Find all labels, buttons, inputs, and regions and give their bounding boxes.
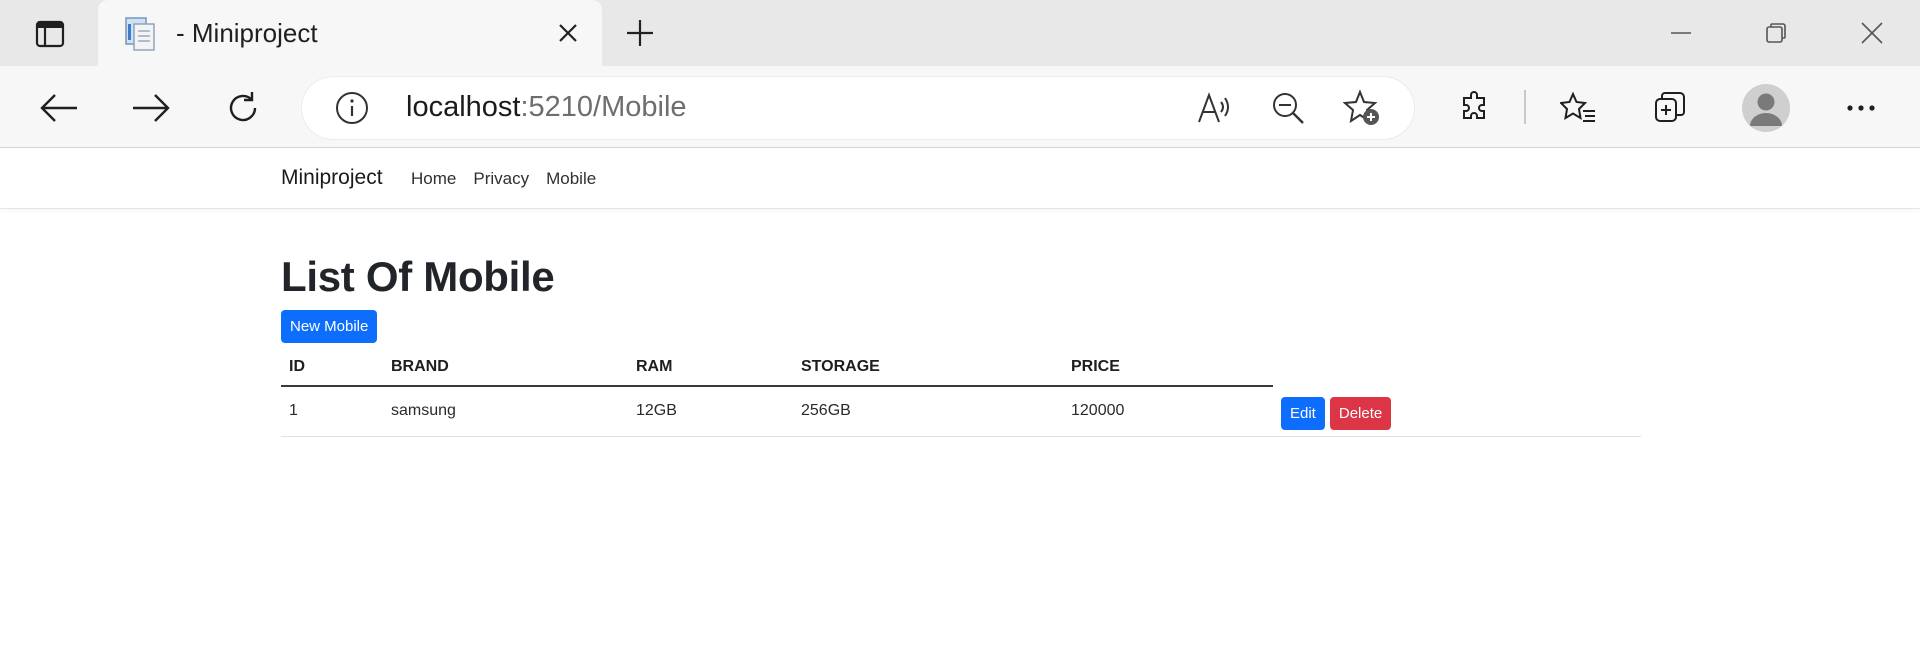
tab-actions-icon — [35, 20, 65, 48]
collections-button[interactable] — [1648, 87, 1694, 129]
cell-id: 1 — [281, 386, 383, 437]
site-info-button[interactable] — [332, 88, 372, 128]
delete-button[interactable]: Delete — [1329, 396, 1392, 430]
cell-actions: Edit Delete — [1273, 386, 1641, 437]
cell-ram: 12GB — [628, 386, 793, 437]
nav-links: Home Privacy Mobile — [411, 169, 596, 189]
web-page: Miniproject Home Privacy Mobile List Of … — [0, 149, 1920, 645]
nav-link-mobile[interactable]: Mobile — [546, 169, 596, 189]
extensions-icon — [1463, 91, 1485, 119]
site-navbar: Miniproject Home Privacy Mobile — [0, 149, 1920, 209]
minimize-button[interactable] — [1657, 13, 1705, 53]
column-header-brand: BRAND — [391, 357, 449, 375]
browser-toolbar: localhost:5210/Mobile — [0, 66, 1920, 148]
profile-avatar[interactable] — [1742, 84, 1790, 132]
cell-price: 120000 — [1063, 386, 1273, 437]
browser-tab[interactable]: - Miniproject — [98, 0, 602, 66]
refresh-icon — [229, 92, 257, 122]
browser-tab-strip: - Miniproject — [0, 0, 1920, 66]
url-path: :5210/Mobile — [520, 91, 687, 123]
forward-arrow-icon — [133, 94, 170, 122]
read-aloud-button[interactable] — [1194, 88, 1234, 128]
table-header-row: ID BRAND RAM STORAGE PRICE — [281, 348, 1641, 386]
collections-icon — [1655, 92, 1685, 122]
favorites-icon — [1560, 91, 1595, 122]
add-favorite-icon — [1343, 89, 1379, 125]
plus-icon — [627, 20, 653, 46]
cell-storage: 256GB — [793, 386, 1063, 437]
column-header-storage: STORAGE — [801, 357, 880, 375]
url-host: localhost — [406, 91, 521, 123]
nav-link-home[interactable]: Home — [411, 169, 456, 189]
back-arrow-icon — [40, 94, 77, 122]
tab-actions-button[interactable] — [14, 14, 86, 54]
toolbar-divider — [1524, 90, 1526, 124]
close-icon — [559, 24, 577, 42]
column-header-actions — [1273, 348, 1641, 386]
zoom-out-button[interactable] — [1268, 88, 1308, 128]
window-close-icon — [1861, 22, 1883, 44]
cell-brand: samsung — [383, 386, 628, 437]
more-icon — [1847, 105, 1875, 111]
info-icon — [336, 92, 368, 124]
tab-title: - Miniproject — [176, 17, 318, 48]
add-favorite-button[interactable] — [1342, 88, 1382, 128]
restore-button[interactable] — [1752, 13, 1800, 53]
column-header-price: PRICE — [1071, 357, 1120, 375]
window-close-button[interactable] — [1848, 13, 1896, 53]
edit-button[interactable]: Edit — [1281, 396, 1325, 430]
new-tab-button[interactable] — [618, 13, 662, 53]
page-title: List Of Mobile — [281, 253, 555, 300]
minimize-icon — [1671, 32, 1691, 34]
row-actions: Edit Delete — [1281, 396, 1633, 430]
table-row: 1 samsung 12GB 256GB 120000 Edit Delete — [281, 386, 1641, 437]
read-aloud-icon — [1198, 92, 1229, 123]
mobile-table: ID BRAND RAM STORAGE PRICE 1 samsung 12G… — [281, 348, 1641, 437]
nav-link-privacy[interactable]: Privacy — [473, 169, 529, 189]
zoom-out-icon — [1273, 93, 1304, 124]
column-header-id: ID — [289, 357, 305, 375]
refresh-button[interactable] — [220, 87, 266, 129]
column-header-ram: RAM — [636, 357, 673, 375]
extensions-button[interactable] — [1452, 87, 1498, 129]
favorites-button[interactable] — [1555, 87, 1601, 129]
header-border-mask — [1273, 385, 1641, 389]
document-icon — [124, 16, 156, 51]
url-text[interactable]: localhost:5210/Mobile — [406, 91, 687, 124]
new-mobile-button[interactable]: New Mobile — [281, 310, 378, 343]
restore-icon — [1766, 23, 1786, 43]
tab-close-button[interactable] — [548, 13, 588, 53]
forward-button[interactable] — [128, 87, 174, 129]
more-button[interactable] — [1838, 87, 1884, 129]
address-bar[interactable]: localhost:5210/Mobile — [302, 77, 1414, 139]
back-button[interactable] — [36, 87, 82, 129]
navbar-brand[interactable]: Miniproject — [281, 166, 383, 190]
